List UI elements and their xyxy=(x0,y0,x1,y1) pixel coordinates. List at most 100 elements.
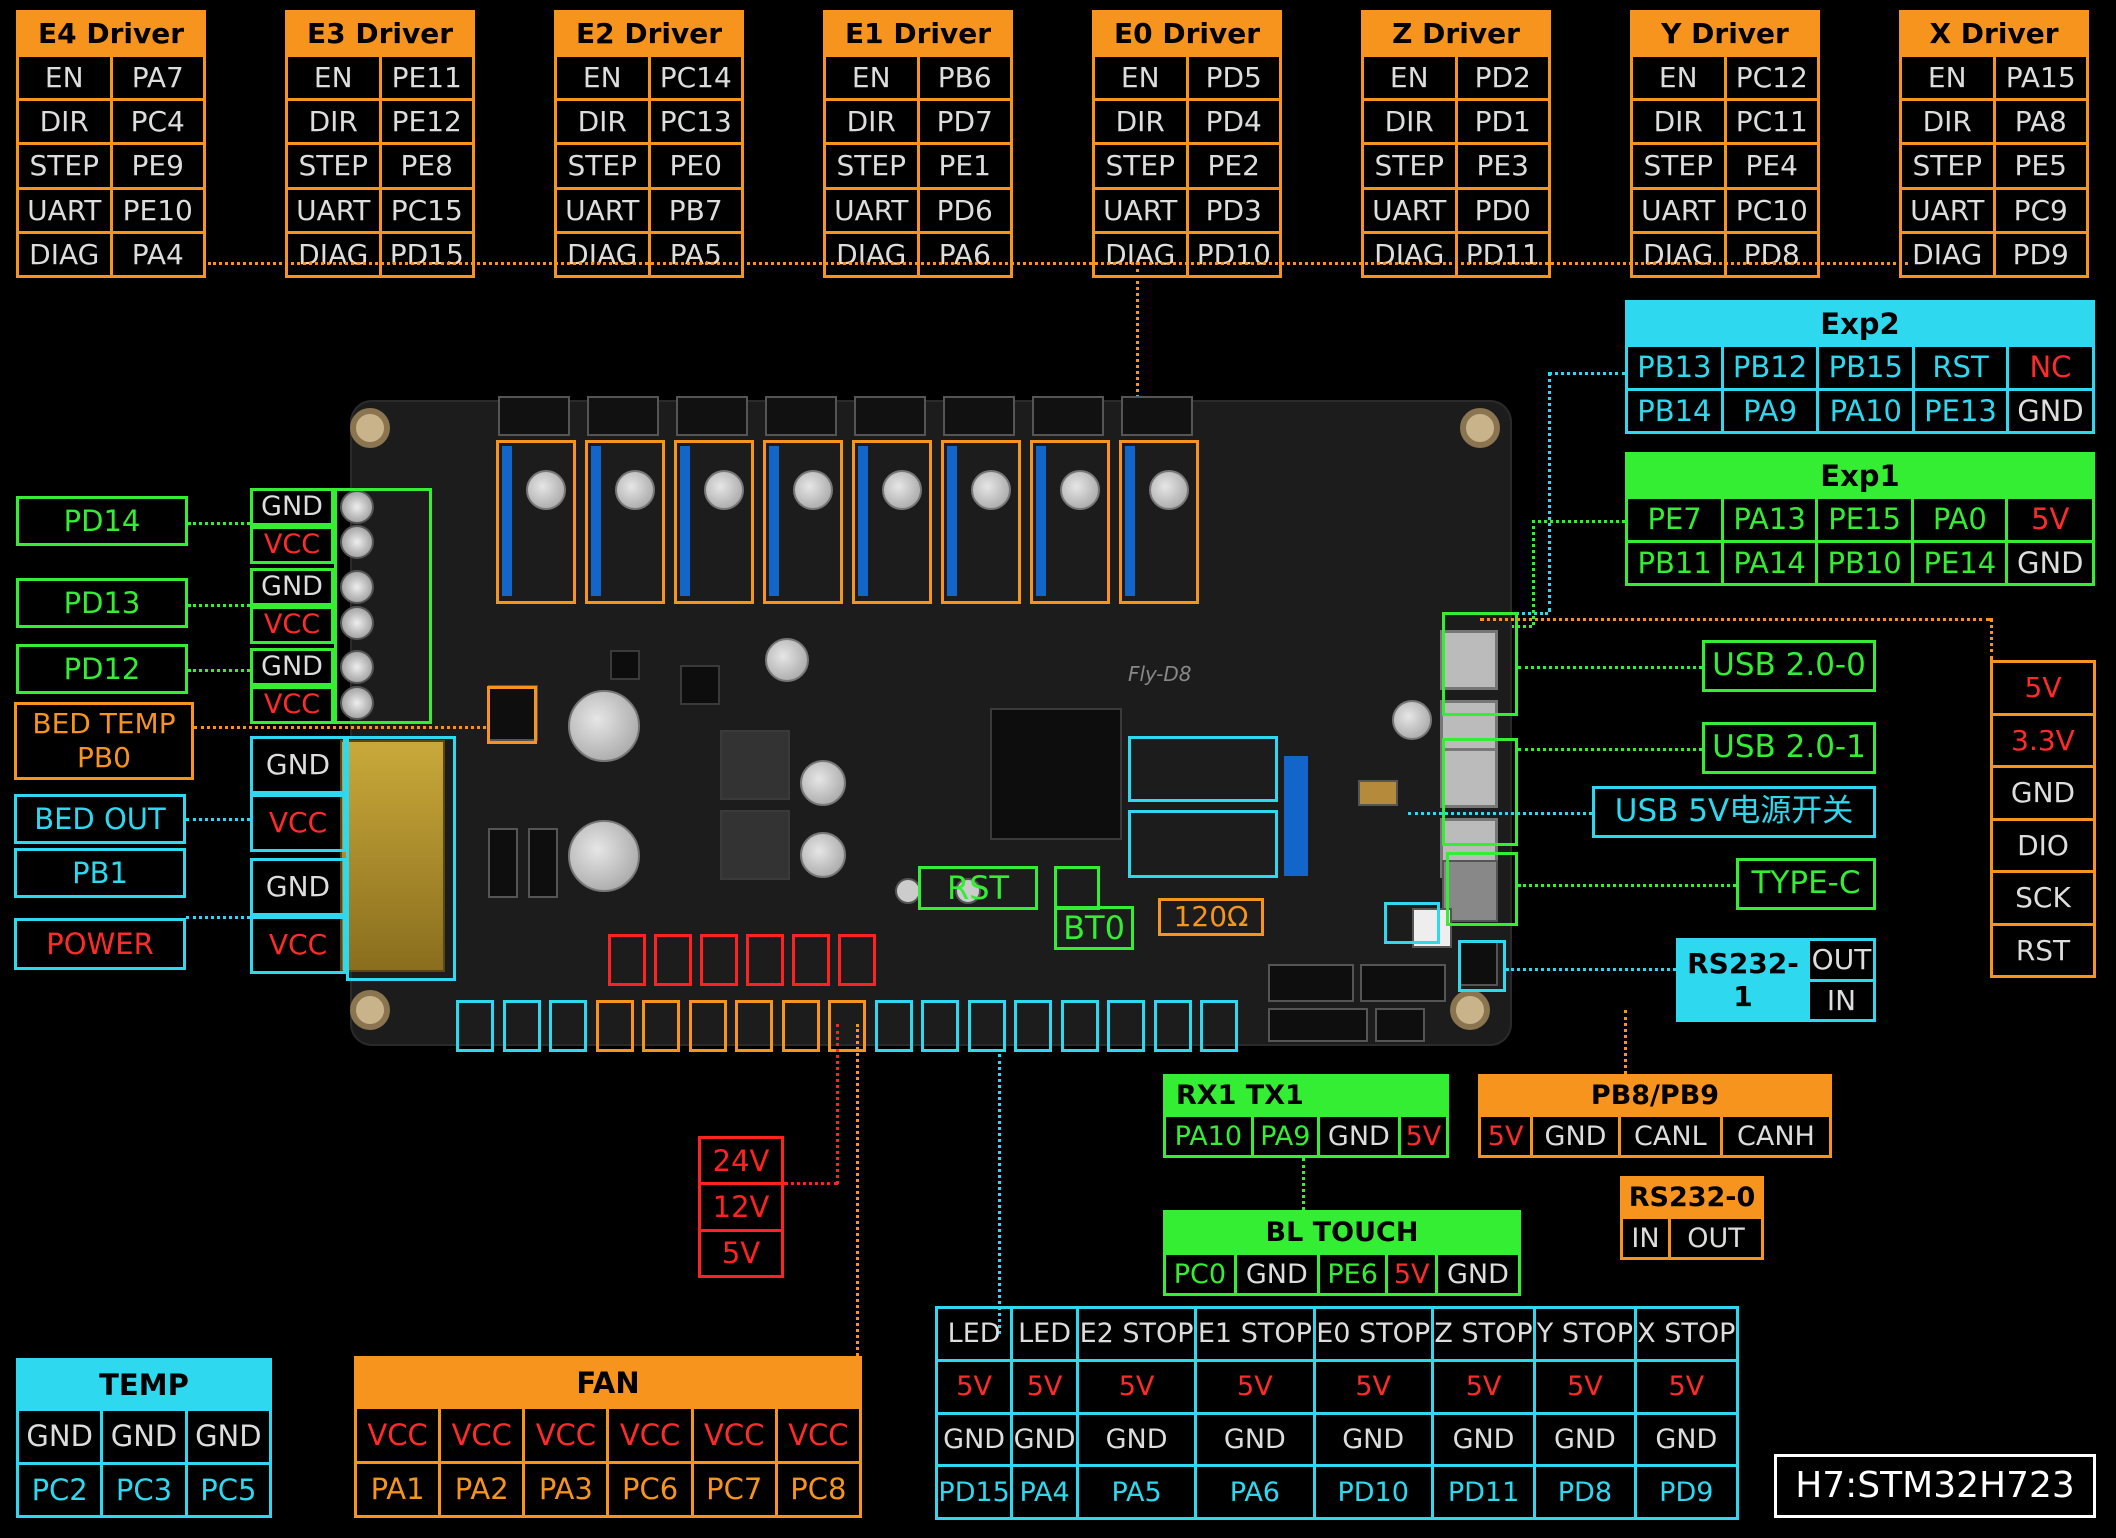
io-connector xyxy=(1060,1000,1099,1052)
io-connector xyxy=(874,1000,913,1052)
usb0-frame xyxy=(1442,612,1518,716)
bed-temp-text: BED TEMP xyxy=(32,707,176,741)
rs232-0-title: RS232-0 xyxy=(1620,1176,1764,1219)
can-table: PB8/PB9 5V GND CANL CANH xyxy=(1477,1074,1833,1158)
driver-pin: PD1 xyxy=(1454,98,1551,146)
stop-gnd: GND xyxy=(1312,1411,1434,1468)
bed-temp-label: BED TEMP PB0 xyxy=(14,702,194,780)
exp2-pin: PB13 xyxy=(1625,344,1724,391)
bed-temp-pin: PB0 xyxy=(77,741,131,774)
io-connector xyxy=(549,1000,587,1052)
stop-pin: PA4 xyxy=(1010,1464,1079,1520)
driver-signal-label: UART xyxy=(1899,186,1996,234)
mcu-chip xyxy=(990,708,1122,840)
driver-signal-label: UART xyxy=(1092,186,1189,234)
capacitor xyxy=(615,470,655,510)
driver-pin: PC15 xyxy=(378,186,475,234)
io-connector xyxy=(781,1000,820,1052)
can-line xyxy=(1624,1010,1627,1074)
fan-pin: PC6 xyxy=(606,1460,694,1518)
fan-vcc: VCC xyxy=(522,1406,610,1464)
driver-pin: PA8 xyxy=(1992,98,2089,146)
driver-pin: PB6 xyxy=(916,53,1013,102)
pd14-gnd: GND xyxy=(250,488,334,526)
driver-signal-label: STEP xyxy=(1361,142,1458,190)
fan-voltage-12v: 12V xyxy=(698,1182,784,1232)
driver-title: E3 Driver xyxy=(285,10,475,57)
capacitor xyxy=(765,638,809,682)
spi-pin: SCK xyxy=(1990,870,2096,926)
power-line xyxy=(186,916,250,919)
temp-pin: PC2 xyxy=(15,1461,104,1518)
rst-button[interactable]: RST xyxy=(918,866,1038,910)
driver-pin: PA5 xyxy=(647,230,744,279)
driver-signal-label: EN xyxy=(1092,53,1189,102)
driver-signal-label: DIAG xyxy=(16,230,113,279)
rs232-1-out: OUT xyxy=(1807,938,1876,982)
driver-signal-label: DIAG xyxy=(285,230,382,279)
regulator xyxy=(610,650,640,680)
pd14-label: PD14 xyxy=(16,496,188,546)
driver-pin: PD6 xyxy=(916,186,1013,234)
power-vcc: VCC xyxy=(250,916,346,974)
fan-vcc: VCC xyxy=(774,1406,863,1464)
rs232-0-in: IN xyxy=(1620,1216,1671,1260)
driver-pin-header xyxy=(947,446,957,596)
exp2-line xyxy=(1548,372,1551,612)
can-pin: GND xyxy=(1530,1114,1621,1158)
driver-table: E2 Driver EN PC14 DIR PC13 STEP PE0 UART PB7 DIAG… xyxy=(554,10,744,279)
bed-out-pin: PB1 xyxy=(14,848,186,898)
connector xyxy=(1360,964,1446,1002)
power-label: POWER xyxy=(14,918,186,970)
rs232-0-table: RS232-0 IN OUT xyxy=(1620,1176,1765,1260)
driver-signal-label: STEP xyxy=(823,142,920,190)
fan-pin: PA1 xyxy=(353,1460,442,1518)
driver-signal-label: UART xyxy=(1630,186,1727,234)
spi-pin: GND xyxy=(1990,765,2096,821)
driver-pin: PD9 xyxy=(1992,230,2089,279)
fuse xyxy=(488,828,518,898)
io-connector xyxy=(828,1000,866,1052)
mount-hole xyxy=(1450,990,1490,1030)
driver-pin: PD5 xyxy=(1185,53,1282,102)
typec-label: TYPE-C xyxy=(1736,858,1876,910)
exp1-pin: GND xyxy=(2005,539,2095,586)
stop-pin: PD11 xyxy=(1430,1464,1537,1520)
stop-gnd: GND xyxy=(934,1411,1014,1468)
driver-signal-label: DIAG xyxy=(1899,230,1996,279)
driver-pin: PD15 xyxy=(378,230,475,279)
usb1-frame xyxy=(1442,738,1518,846)
exp2-pin: RST xyxy=(1912,344,2009,391)
driver-table: X Driver EN PA15 DIR PA8 STEP PE5 UART PC9 DIAG PD… xyxy=(1899,10,2089,279)
bt0-button[interactable]: BT0 xyxy=(1054,906,1134,950)
pd14-vcc: VCC xyxy=(250,526,334,564)
exp2-table: Exp2 PB13 PB12 PB15 RST NC PB14 PA9 PA10 PE13 GN… xyxy=(1625,300,2096,434)
stops-table: LED LED E2 STOP E1 STOP E0 STOP Z STOP Y STOP X… xyxy=(934,1306,1740,1520)
driver-signal-label: STEP xyxy=(16,142,113,190)
led-frame xyxy=(1384,902,1440,944)
motor-connector xyxy=(676,396,748,436)
stop-label: LED xyxy=(1010,1306,1079,1362)
exp2-connector-frame xyxy=(1128,736,1278,802)
driver-signal-label: UART xyxy=(16,186,113,234)
capacitor xyxy=(800,760,846,806)
spi-pin: DIO xyxy=(1990,817,2096,873)
fan-voltage-line xyxy=(784,1182,838,1185)
exp1-title: Exp1 xyxy=(1625,452,2095,499)
connector xyxy=(1268,964,1354,1002)
driver-pin: PD2 xyxy=(1454,53,1551,102)
spi-line xyxy=(1480,618,1990,621)
driver-pin-header xyxy=(858,446,868,596)
driver-signal-label: UART xyxy=(1361,186,1458,234)
can-terminator-120ohm[interactable]: 120Ω xyxy=(1158,898,1264,936)
driver-signal-label: DIAG xyxy=(1361,230,1458,279)
spi-column: 5V 3.3V GND DIO SCK RST xyxy=(1990,660,2096,978)
temp-pin: PC5 xyxy=(184,1461,273,1518)
driver-signal-label: STEP xyxy=(285,142,382,190)
temp-gnd: GND xyxy=(100,1408,188,1465)
driver-pin: PE3 xyxy=(1454,142,1551,190)
usb0-line xyxy=(1518,666,1702,669)
io-connector xyxy=(502,1000,541,1052)
fan-title: FAN xyxy=(354,1356,862,1409)
bltouch-pin: 5V xyxy=(1385,1252,1438,1296)
